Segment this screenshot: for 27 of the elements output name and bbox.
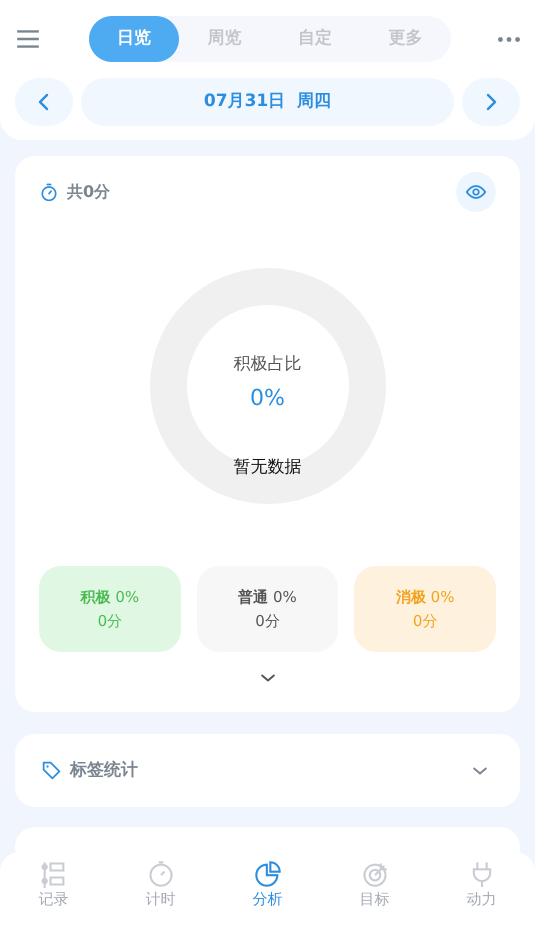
- stopwatch-icon: [39, 182, 59, 202]
- list-icon: [40, 860, 68, 888]
- category-label: 普通 0%: [238, 586, 297, 608]
- pie-chart-icon: [254, 860, 282, 888]
- nav-tab[interactable]: 分析: [214, 852, 321, 925]
- tag-stats-card[interactable]: 标签统计: [15, 734, 520, 807]
- nav-tab[interactable]: 记录: [0, 852, 107, 925]
- stopwatch-icon: [146, 860, 174, 888]
- tag-stats-title: 标签统计: [70, 758, 138, 782]
- empty-text: 暂无数据: [234, 456, 302, 478]
- category-label: 消极 0%: [396, 586, 454, 608]
- donut-label: 积极占比: [234, 353, 302, 376]
- category-minutes: 0分: [412, 611, 438, 632]
- total-time: 共0分: [67, 181, 110, 203]
- visibility-button[interactable]: [456, 172, 496, 212]
- tag-icon: [41, 760, 62, 781]
- category-label: 积极 0%: [80, 586, 140, 608]
- donut-value: 0%: [250, 384, 285, 412]
- tab[interactable]: 日览: [88, 16, 179, 62]
- nav-tab[interactable]: 动力: [428, 852, 535, 925]
- category-minutes: 0分: [98, 611, 122, 632]
- nav-tab[interactable]: 目标: [321, 852, 428, 925]
- date-picker[interactable]: 07月31日 周四: [81, 78, 454, 126]
- more-icon: [498, 36, 520, 42]
- nav-tab[interactable]: 计时: [107, 852, 214, 925]
- more-button[interactable]: [498, 36, 520, 42]
- category-minutes: 0分: [255, 611, 280, 632]
